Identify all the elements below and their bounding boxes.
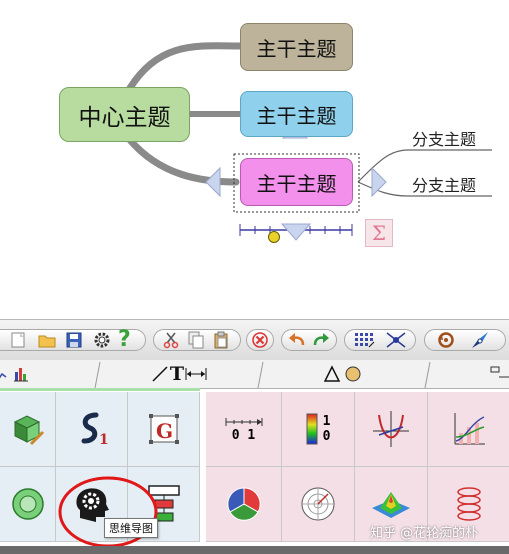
copy-icon — [188, 331, 204, 349]
gradient-labels: 1 0 — [323, 414, 331, 444]
measure-tool-icon — [185, 368, 207, 380]
cut-button[interactable] — [163, 331, 179, 349]
ruler-icon — [225, 417, 262, 426]
gradient-bottom-label: 0 — [322, 429, 331, 444]
tool-cell-line-chart[interactable] — [428, 392, 509, 467]
connector-top — [126, 42, 244, 92]
watermark: 知乎 @花轮痴的朴 — [370, 522, 478, 541]
panel-separator — [200, 392, 206, 542]
sub-topic-2[interactable]: 分支主题 — [412, 172, 476, 196]
tab-connectors[interactable] — [430, 360, 509, 388]
rotate-button[interactable] — [437, 331, 455, 349]
delete-icon — [252, 332, 268, 348]
surface-plot-icon — [372, 492, 410, 518]
connector-tab-icon — [490, 366, 509, 378]
main-topic-2[interactable]: 主干主题 — [240, 91, 353, 137]
copy-button[interactable] — [188, 331, 204, 349]
svg-text:G: G — [156, 419, 173, 443]
ruler-label: 0 1 — [231, 427, 256, 443]
tool-cell-radar[interactable] — [282, 467, 355, 542]
new-file-icon — [11, 332, 25, 348]
tool-cell-circle[interactable] — [0, 467, 56, 542]
grid-button[interactable] — [354, 331, 376, 349]
undo-button[interactable] — [288, 332, 306, 348]
undo-icon — [289, 333, 305, 346]
rotate-icon — [438, 332, 454, 348]
pie-chart-icon — [226, 487, 261, 521]
radar-chart-icon — [301, 487, 335, 521]
active-tab-indicator — [0, 388, 200, 391]
new-file-button[interactable] — [10, 332, 26, 348]
main-topic-3[interactable]: 主干主题 — [240, 158, 353, 206]
highlight-circle — [58, 476, 158, 548]
save-button[interactable] — [66, 332, 82, 348]
spiral-curve-icon — [456, 487, 481, 521]
settings-button[interactable] — [93, 331, 111, 349]
sigma-icon: Σ — [371, 221, 387, 245]
right-tool-panel: 0 1 1 0 — [206, 392, 509, 542]
slider-knob — [268, 231, 280, 243]
tool-cell-graphic[interactable]: G — [128, 392, 200, 467]
main-topic-3-label: 主干主题 — [256, 171, 337, 196]
tab-charts[interactable] — [0, 360, 95, 388]
right-arrow-handle — [371, 166, 387, 198]
transform-button[interactable] — [385, 331, 407, 349]
redo-button[interactable] — [312, 332, 330, 348]
tooltip-text: 思维导图 — [109, 522, 153, 535]
chart-tab-icon — [0, 368, 28, 382]
redo-icon — [313, 333, 329, 346]
main-topic-2-label: 主干主题 — [256, 103, 337, 128]
compass-button[interactable] — [470, 330, 490, 350]
tab-shapes[interactable] — [263, 360, 425, 388]
bottom-status-bar — [0, 546, 509, 554]
delete-button[interactable] — [246, 329, 274, 351]
tool-cell-gradient[interactable]: 1 0 — [282, 392, 355, 467]
compass-icon — [472, 332, 488, 348]
transform-icon — [386, 332, 406, 348]
gradient-bar-icon — [306, 413, 318, 445]
scissors-icon — [163, 332, 179, 349]
3d-box-edit-icon — [13, 415, 44, 446]
down-arrow-handle — [280, 223, 312, 241]
svg-text:1: 1 — [99, 432, 109, 447]
graphic-frame-icon: G — [148, 414, 179, 444]
open-folder-button[interactable] — [38, 332, 56, 348]
save-icon — [66, 332, 82, 348]
mindmap-tooltip: 思维导图 — [104, 518, 158, 538]
gradient-top-label: 1 — [322, 414, 331, 429]
watermark-text: 知乎 @花轮痴的朴 — [370, 526, 479, 541]
center-topic-label: 中心主题 — [78, 104, 171, 131]
sub-topic-1[interactable]: 分支主题 — [412, 126, 476, 150]
tool-cell-symbol[interactable]: 1 — [56, 392, 128, 467]
shapes-tab-icon — [324, 365, 361, 382]
help-button[interactable]: ? — [118, 328, 138, 352]
gear-icon — [94, 332, 110, 348]
tab-draw-text[interactable]: T — [100, 360, 258, 388]
summary-sigma-button[interactable]: Σ — [365, 219, 393, 247]
main-topic-1-label: 主干主题 — [256, 36, 337, 61]
green-circle-icon — [11, 488, 44, 520]
tool-cell-pie[interactable] — [206, 467, 282, 542]
paste-button[interactable] — [213, 331, 229, 349]
grid-icon — [355, 333, 375, 348]
main-toolbar: ? — [0, 319, 509, 361]
help-icon: ? — [118, 327, 131, 352]
symbol-library-icon: 1 — [81, 412, 109, 447]
function-plot-icon — [373, 411, 409, 447]
paste-icon — [214, 331, 228, 349]
tool-cell-3d-box[interactable] — [0, 392, 56, 467]
tool-cell-ruler[interactable]: 0 1 — [206, 392, 282, 467]
tool-tabs: T — [0, 360, 509, 389]
line-chart-icon — [454, 413, 485, 445]
tool-cell-function-plot[interactable] — [355, 392, 428, 467]
folder-icon — [38, 335, 56, 348]
mindmap-canvas[interactable]: + 中心主题 主干主题 主干主题 主干主题 分支主题 分支主题 Σ — [0, 0, 509, 320]
line-tool-icon — [152, 366, 168, 382]
text-tool-label: T — [169, 363, 185, 385]
left-arrow-handle — [205, 166, 221, 198]
center-topic[interactable]: 中心主题 — [59, 87, 190, 142]
main-topic-1[interactable]: 主干主题 — [240, 23, 353, 71]
